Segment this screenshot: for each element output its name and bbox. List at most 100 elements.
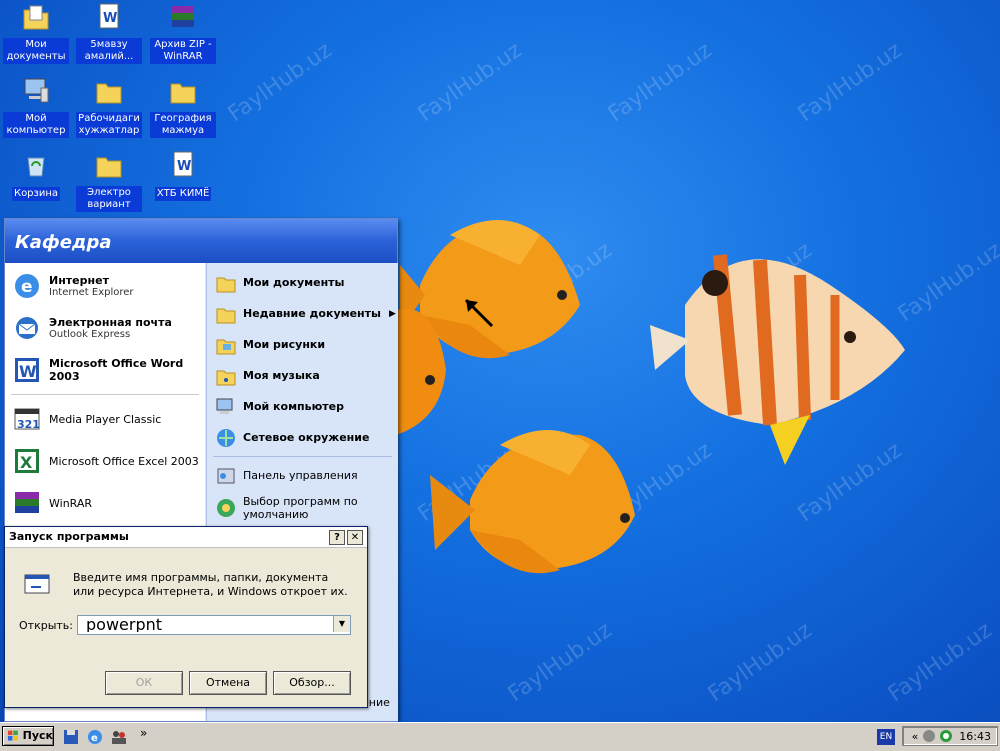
start-right-recent-documents[interactable]: Недавние документы ▶ [207, 298, 398, 329]
start-right-label: Мои рисунки [243, 338, 326, 351]
start-right-label: Панель управления [243, 469, 358, 482]
desktop-icon-label: География мажмуа [150, 112, 216, 138]
start-right-my-pictures[interactable]: Мои рисунки [207, 329, 398, 360]
control-panel-icon [217, 468, 235, 483]
desktop-icon-label: Архив ZIP - WinRAR [150, 38, 216, 64]
windows-logo-icon [7, 730, 18, 741]
folder-icon [170, 83, 196, 104]
butterfly-fish [650, 254, 905, 465]
internet-explorer-icon[interactable]: e [86, 728, 104, 746]
orange-fish-left [396, 308, 446, 435]
start-item-email[interactable]: Электронная почта Outlook Express [5, 307, 205, 349]
desktop-icon-winrar-archive[interactable]: Архив ZIP - WinRAR [150, 2, 216, 64]
network-places-icon [217, 428, 235, 447]
open-input[interactable] [78, 616, 334, 632]
svg-text:e: e [21, 277, 33, 297]
desktop-icon-label: Корзина [11, 187, 61, 201]
watermark: FaylHub.uz [603, 37, 717, 128]
desktop-icon-my-documents[interactable]: Мои документы [3, 2, 69, 64]
start-button[interactable]: Пуск [2, 726, 54, 746]
chevron-down-icon[interactable]: ▼ [333, 616, 350, 632]
watermark: FaylHub.uz [503, 617, 617, 708]
desktop-icon-xtb-kimyo[interactable]: W ХТБ КИМЁ [150, 150, 216, 201]
close-button[interactable]: ✕ [347, 530, 363, 545]
ok-button[interactable]: ОК [105, 671, 183, 695]
media-player-classic-icon: 321 [14, 408, 40, 431]
start-menu-user-header: Кафедра [5, 219, 397, 263]
browse-button[interactable]: Обзор... [273, 671, 351, 695]
open-combobox[interactable]: ▼ [77, 615, 351, 635]
chevron-icon[interactable]: » [140, 726, 147, 740]
outlook-express-icon [16, 317, 38, 339]
desktop-icon-elektro-variant[interactable]: Электро вариант [76, 150, 142, 212]
help-button[interactable]: ? [329, 530, 345, 545]
start-right-my-music[interactable]: Моя музыка [207, 360, 398, 391]
word-icon: W [15, 358, 39, 382]
start-item-winrar[interactable]: WinRAR [5, 482, 205, 524]
recycle-bin-icon [27, 157, 45, 177]
orange-fish-bottom [430, 430, 635, 574]
run-program-icon [24, 574, 50, 594]
start-right-network-places[interactable]: Сетевое окружение [207, 422, 398, 453]
start-right-control-panel[interactable]: Панель управления [207, 460, 398, 491]
run-dialog-title: Запуск программы [9, 530, 129, 543]
default-programs-icon [217, 499, 235, 517]
winrar-icon [15, 492, 39, 513]
desktop-icon-label: 5мавзу амалий... [76, 38, 142, 64]
desktop-icon-my-computer[interactable]: Мой компьютер [3, 76, 69, 138]
tray-expand-icon[interactable]: « [912, 730, 919, 743]
recent-documents-icon [216, 308, 236, 323]
my-documents-icon [216, 277, 236, 292]
run-dialog-titlebar: Запуск программы ? ✕ [5, 527, 367, 548]
antivirus-icon[interactable] [939, 729, 953, 743]
run-dialog: Запуск программы ? ✕ Введите имя програм… [4, 526, 368, 708]
svg-text:321: 321 [17, 418, 40, 431]
my-documents-folder-icon [23, 5, 49, 30]
run-dialog-description: Введите имя программы, папки, документа … [73, 571, 348, 598]
users-icon[interactable] [110, 728, 128, 746]
my-computer-icon [216, 398, 233, 414]
start-right-label: Мой компьютер [243, 400, 345, 413]
svg-text:X: X [20, 453, 33, 472]
desktop-icon-label: Мои документы [3, 38, 69, 64]
desktop-icon-label: ХТБ КИМЁ [154, 187, 212, 201]
watermark: FaylHub.uz [413, 37, 527, 128]
start-right-label: Недавние документы [243, 307, 381, 320]
my-computer-icon [24, 78, 49, 103]
start-right-default-programs[interactable]: Выбор программ по умолчанию [207, 491, 398, 525]
start-button-label: Пуск [22, 729, 53, 742]
internet-explorer-icon: e [15, 274, 39, 298]
volume-icon[interactable] [922, 729, 936, 743]
watermark: FaylHub.uz [223, 37, 337, 128]
watermark: FaylHub.uz [883, 617, 997, 708]
svg-text:e: e [91, 733, 98, 744]
folder-icon [96, 157, 122, 178]
start-right-label: Мои документы [243, 276, 345, 289]
desktop-icon-geografiya[interactable]: География мажмуа [150, 76, 216, 138]
desktop-icon-5mavzu[interactable]: W 5мавзу амалий... [76, 2, 142, 64]
cancel-button[interactable]: Отмена [189, 671, 267, 695]
my-pictures-icon [216, 339, 236, 354]
excel-icon: X [15, 449, 39, 473]
start-item-title: Электронная почта [49, 316, 172, 329]
start-right-label: Выбор программ по умолчанию [243, 495, 358, 521]
desktop-icon-recycle-bin[interactable]: Корзина [3, 150, 69, 201]
start-item-media-player[interactable]: 321 Media Player Classic [5, 398, 205, 440]
language-indicator[interactable]: EN [877, 729, 895, 745]
folder-icon [96, 83, 122, 104]
desktop-icon-rabochidagi[interactable]: Рабочидаги хужжатлар [76, 76, 142, 138]
start-right-label: Моя музыка [243, 369, 320, 382]
start-right-my-computer[interactable]: Мой компьютер [207, 391, 398, 422]
start-item-word[interactable]: W Microsoft Office Word 2003 [5, 349, 205, 391]
start-item-title: Интернет [49, 274, 109, 287]
start-item-subtitle: Outlook Express [49, 329, 131, 340]
clock[interactable]: 16:43 [959, 730, 991, 743]
start-item-excel[interactable]: X Microsoft Office Excel 2003 [5, 440, 205, 482]
start-right-my-documents[interactable]: Мои документы [207, 267, 398, 298]
winrar-archive-icon [172, 6, 194, 27]
start-item-internet[interactable]: e Интернет Internet Explorer [5, 265, 205, 307]
save-icon[interactable] [62, 728, 80, 746]
start-item-subtitle: Internet Explorer [49, 287, 134, 298]
desktop-icon-label: Мой компьютер [3, 112, 69, 138]
my-music-icon [216, 370, 236, 385]
